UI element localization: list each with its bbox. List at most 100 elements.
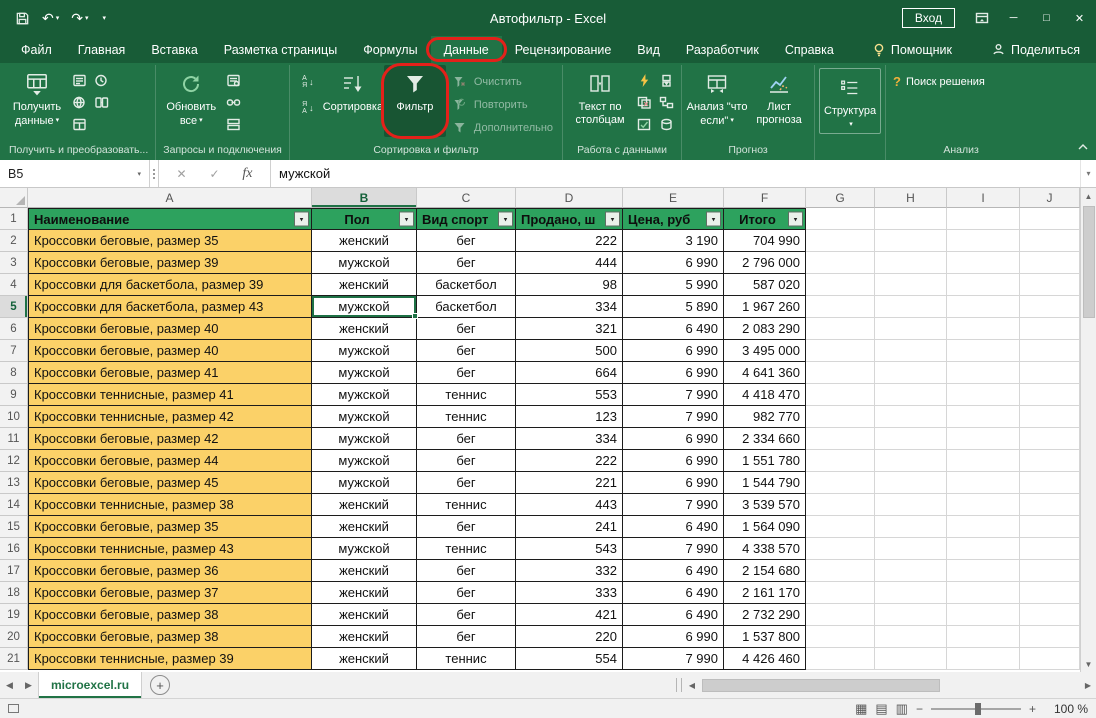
cell-G19[interactable] bbox=[806, 604, 875, 626]
cell-F18[interactable]: 2 161 170 bbox=[724, 582, 806, 604]
cell-J1[interactable] bbox=[1020, 208, 1080, 230]
recent-sources-icon[interactable] bbox=[92, 73, 110, 87]
insert-function-button[interactable]: fx bbox=[242, 166, 252, 182]
clear-filter-button[interactable]: Очистить bbox=[448, 71, 556, 92]
cell-C6[interactable]: бег bbox=[417, 318, 516, 340]
cancel-entry-button[interactable]: ✕ bbox=[176, 167, 186, 181]
tab-view[interactable]: Вид bbox=[624, 36, 673, 63]
manage-data-model-icon[interactable] bbox=[657, 117, 675, 131]
filter-button[interactable]: Фильтр bbox=[384, 65, 446, 137]
consolidate-icon[interactable] bbox=[657, 73, 675, 87]
zoom-slider-thumb[interactable] bbox=[975, 703, 981, 715]
cell-G8[interactable] bbox=[806, 362, 875, 384]
cell-G7[interactable] bbox=[806, 340, 875, 362]
cell-H16[interactable] bbox=[875, 538, 947, 560]
cell-D15[interactable]: 241 bbox=[516, 516, 623, 538]
cell-C16[interactable]: теннис bbox=[417, 538, 516, 560]
cell-J13[interactable] bbox=[1020, 472, 1080, 494]
cell-H1[interactable] bbox=[875, 208, 947, 230]
cell-C9[interactable]: теннис bbox=[417, 384, 516, 406]
save-button[interactable] bbox=[10, 6, 35, 30]
col-header-A[interactable]: A bbox=[28, 188, 312, 208]
cell-G16[interactable] bbox=[806, 538, 875, 560]
fill-handle[interactable] bbox=[412, 313, 418, 319]
cell-F20[interactable]: 1 537 800 bbox=[724, 626, 806, 648]
cell-B10[interactable]: мужской bbox=[312, 406, 417, 428]
advanced-filter-button[interactable]: Дополнительно bbox=[448, 117, 556, 138]
cell-H13[interactable] bbox=[875, 472, 947, 494]
minimize-button[interactable]: ─ bbox=[997, 0, 1030, 36]
tab-insert[interactable]: Вставка bbox=[138, 36, 210, 63]
cell-F15[interactable]: 1 564 090 bbox=[724, 516, 806, 538]
col-header-B[interactable]: B bbox=[312, 188, 417, 208]
cell-C3[interactable]: бег bbox=[417, 252, 516, 274]
cell-D12[interactable]: 222 bbox=[516, 450, 623, 472]
filter-button-A[interactable]: ▾ bbox=[294, 212, 309, 227]
row-header-15[interactable]: 15 bbox=[0, 516, 28, 538]
row-header-4[interactable]: 4 bbox=[0, 274, 28, 296]
cell-I4[interactable] bbox=[947, 274, 1020, 296]
cell-G2[interactable] bbox=[806, 230, 875, 252]
cell-A10[interactable]: Кроссовки теннисные, размер 42 bbox=[28, 406, 312, 428]
cell-G12[interactable] bbox=[806, 450, 875, 472]
cell-E4[interactable]: 5 990 bbox=[623, 274, 724, 296]
cell-B9[interactable]: мужской bbox=[312, 384, 417, 406]
cell-E13[interactable]: 6 990 bbox=[623, 472, 724, 494]
cell-F14[interactable]: 3 539 570 bbox=[724, 494, 806, 516]
cell-B14[interactable]: женский bbox=[312, 494, 417, 516]
cell-F21[interactable]: 4 426 460 bbox=[724, 648, 806, 670]
cell-J6[interactable] bbox=[1020, 318, 1080, 340]
row-header-14[interactable]: 14 bbox=[0, 494, 28, 516]
cell-J4[interactable] bbox=[1020, 274, 1080, 296]
select-all-button[interactable] bbox=[0, 188, 28, 208]
text-to-columns-button[interactable]: Текст по столбцам bbox=[567, 65, 633, 137]
cell-J12[interactable] bbox=[1020, 450, 1080, 472]
cell-D7[interactable]: 500 bbox=[516, 340, 623, 362]
cell-D21[interactable]: 554 bbox=[516, 648, 623, 670]
row-header-13[interactable]: 13 bbox=[0, 472, 28, 494]
cell-A8[interactable]: Кроссовки беговые, размер 41 bbox=[28, 362, 312, 384]
cell-H5[interactable] bbox=[875, 296, 947, 318]
row-header-18[interactable]: 18 bbox=[0, 582, 28, 604]
vertical-scrollbar[interactable]: ▲ ▼ bbox=[1080, 188, 1096, 672]
cell-D13[interactable]: 221 bbox=[516, 472, 623, 494]
cell-G4[interactable] bbox=[806, 274, 875, 296]
cell-J3[interactable] bbox=[1020, 252, 1080, 274]
row-header-1[interactable]: 1 bbox=[0, 208, 28, 230]
cell-A1[interactable]: Наименование▾ bbox=[28, 208, 312, 230]
expand-formula-bar-button[interactable]: ▾ bbox=[1080, 160, 1096, 187]
cell-E18[interactable]: 6 490 bbox=[623, 582, 724, 604]
scroll-down-button[interactable]: ▼ bbox=[1081, 656, 1096, 672]
cell-E10[interactable]: 7 990 bbox=[623, 406, 724, 428]
row-header-12[interactable]: 12 bbox=[0, 450, 28, 472]
cell-B21[interactable]: женский bbox=[312, 648, 417, 670]
row-header-17[interactable]: 17 bbox=[0, 560, 28, 582]
cell-A9[interactable]: Кроссовки теннисные, размер 41 bbox=[28, 384, 312, 406]
cell-B7[interactable]: мужской bbox=[312, 340, 417, 362]
cell-G20[interactable] bbox=[806, 626, 875, 648]
cell-I5[interactable] bbox=[947, 296, 1020, 318]
sign-in-button[interactable]: Вход bbox=[902, 8, 955, 28]
formula-bar-splitter[interactable] bbox=[150, 160, 159, 187]
row-header-11[interactable]: 11 bbox=[0, 428, 28, 450]
cell-F17[interactable]: 2 154 680 bbox=[724, 560, 806, 582]
share-button[interactable]: Поделиться bbox=[992, 36, 1096, 63]
cell-D20[interactable]: 220 bbox=[516, 626, 623, 648]
name-box[interactable]: B5 ▾ bbox=[0, 160, 150, 187]
cell-D9[interactable]: 553 bbox=[516, 384, 623, 406]
cell-C15[interactable]: бег bbox=[417, 516, 516, 538]
cell-F16[interactable]: 4 338 570 bbox=[724, 538, 806, 560]
cell-G14[interactable] bbox=[806, 494, 875, 516]
cell-H18[interactable] bbox=[875, 582, 947, 604]
cell-I12[interactable] bbox=[947, 450, 1020, 472]
relationships-icon[interactable] bbox=[657, 95, 675, 109]
cell-A19[interactable]: Кроссовки беговые, размер 38 bbox=[28, 604, 312, 626]
from-text-csv-icon[interactable] bbox=[70, 73, 88, 87]
cell-B17[interactable]: женский bbox=[312, 560, 417, 582]
scroll-right-button[interactable]: ▶ bbox=[1080, 681, 1096, 690]
cell-I2[interactable] bbox=[947, 230, 1020, 252]
cell-E9[interactable]: 7 990 bbox=[623, 384, 724, 406]
cell-C8[interactable]: бег bbox=[417, 362, 516, 384]
tab-developer[interactable]: Разработчик bbox=[673, 36, 772, 63]
cell-E3[interactable]: 6 990 bbox=[623, 252, 724, 274]
